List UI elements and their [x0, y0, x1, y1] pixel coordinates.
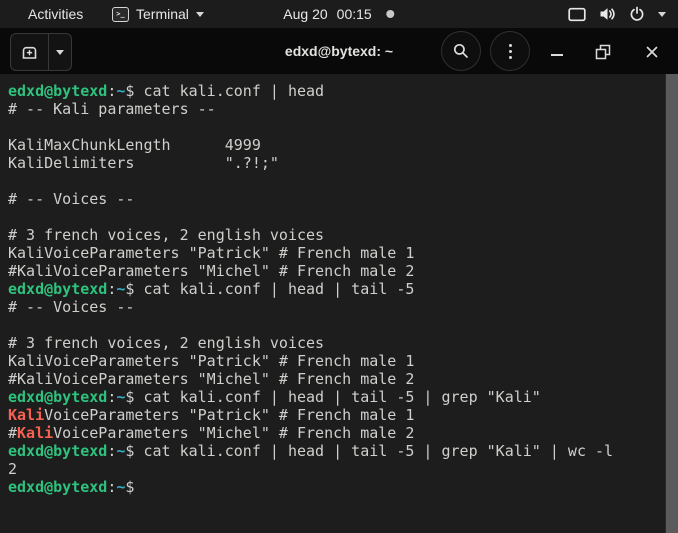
- restore-icon: [595, 44, 611, 60]
- screen-icon: [568, 7, 586, 21]
- new-tab-icon: [22, 46, 37, 59]
- minimize-icon: [551, 54, 563, 56]
- top-bar: Activities >_ Terminal Aug 20 00:15: [0, 0, 678, 28]
- scrollbar-thumb[interactable]: [666, 74, 678, 533]
- terminal-line: KaliVoiceParameters "Patrick" # French m…: [8, 406, 415, 424]
- close-icon: [646, 46, 658, 58]
- window-title: edxd@bytexd: ~: [284, 43, 394, 59]
- terminal-line: # 3 french voices, 2 english voices: [8, 334, 325, 352]
- chevron-down-icon: [658, 11, 666, 17]
- new-tab-dropdown-button[interactable]: [49, 34, 71, 70]
- new-tab-button[interactable]: [11, 34, 49, 70]
- terminal-line: KaliVoiceParameters "Patrick" # French m…: [8, 244, 415, 262]
- terminal-line: # -- Voices --: [8, 298, 135, 316]
- app-menu-label: Terminal: [136, 6, 189, 22]
- terminal-output[interactable]: edxd@bytexd:~$ cat kali.conf | head # -- …: [0, 74, 665, 533]
- search-button[interactable]: [441, 31, 481, 71]
- terminal-line: #KaliVoiceParameters "Michel" # French m…: [8, 424, 415, 442]
- terminal-line: #KaliVoiceParameters "Michel" # French m…: [8, 262, 415, 280]
- search-icon: [453, 43, 468, 58]
- app-menu-button[interactable]: >_ Terminal: [112, 0, 204, 28]
- new-tab-button-group: [10, 33, 72, 71]
- terminal-line: edxd@bytexd:~$ cat kali.conf | head | ta…: [8, 442, 614, 460]
- scrollbar-track[interactable]: [665, 74, 678, 533]
- restore-button[interactable]: [590, 39, 616, 65]
- terminal-line: edxd@bytexd:~$ cat kali.conf | head: [8, 82, 325, 100]
- terminal-line: KaliMaxChunkLength 4999: [8, 136, 261, 154]
- terminal-line: #KaliVoiceParameters "Michel" # French m…: [8, 370, 415, 388]
- terminal-line: KaliDelimiters ".?!;": [8, 154, 279, 172]
- power-icon: [630, 6, 644, 21]
- notification-dot-icon: [386, 10, 395, 18]
- system-status-menu[interactable]: [568, 0, 666, 28]
- volume-icon: [600, 8, 615, 20]
- menu-button[interactable]: [490, 31, 530, 71]
- close-button[interactable]: [639, 39, 665, 65]
- terminal-line: # -- Voices --: [8, 190, 135, 208]
- terminal-line: edxd@bytexd:~$ cat kali.conf | head | ta…: [8, 280, 415, 298]
- terminal-line: # -- Kali parameters --: [8, 100, 216, 118]
- chevron-down-icon: [195, 11, 204, 17]
- activities-button[interactable]: Activities: [28, 0, 83, 28]
- minimize-button[interactable]: [544, 39, 570, 65]
- terminal-line: KaliVoiceParameters "Patrick" # French m…: [8, 352, 415, 370]
- terminal-line: 2: [8, 460, 18, 478]
- kebab-menu-icon: [508, 43, 512, 59]
- clock-date: Aug 20: [283, 6, 328, 22]
- window-titlebar[interactable]: edxd@bytexd: ~: [0, 28, 678, 74]
- activities-label: Activities: [28, 6, 84, 22]
- clock-time: 00:15: [336, 6, 372, 22]
- terminal-line: edxd@bytexd:~$: [8, 478, 135, 496]
- terminal-icon: >_: [112, 6, 129, 22]
- terminal-line: # 3 french voices, 2 english voices: [8, 226, 325, 244]
- chevron-down-icon: [56, 49, 64, 55]
- terminal-line: edxd@bytexd:~$ cat kali.conf | head | ta…: [8, 388, 541, 406]
- clock-button[interactable]: Aug 20 00:15: [283, 0, 395, 28]
